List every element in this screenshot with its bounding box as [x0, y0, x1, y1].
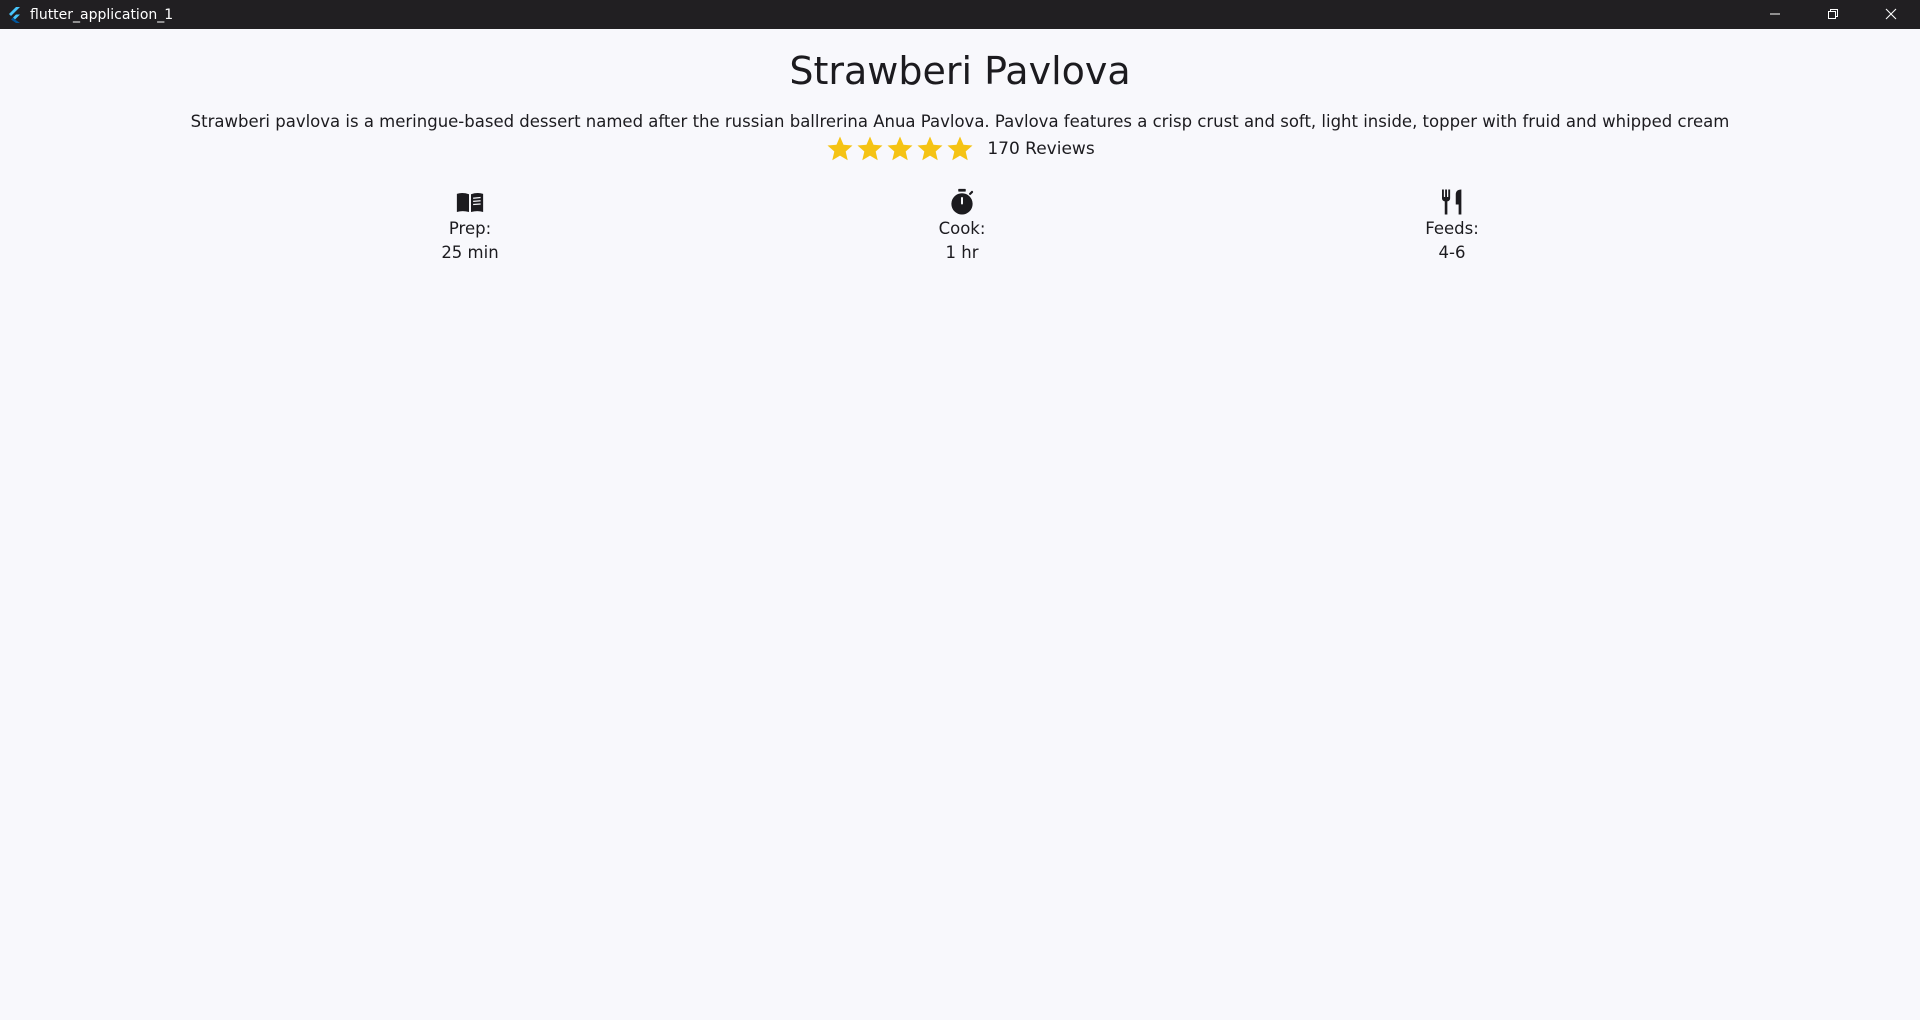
recipe-page: Strawberi Pavlova Strawberi pavlova is a… [0, 29, 1920, 1020]
feeds-value: 4-6 [1438, 243, 1466, 262]
minimize-icon [1769, 5, 1781, 24]
star-icon [825, 134, 855, 164]
review-count: 170 Reviews [987, 139, 1095, 159]
star-rating [825, 134, 975, 164]
flutter-logo-icon [6, 6, 22, 23]
close-button[interactable] [1862, 0, 1920, 29]
window-titlebar[interactable]: flutter_application_1 [0, 0, 1920, 29]
restore-button[interactable] [1804, 0, 1862, 29]
window-title: flutter_application_1 [30, 6, 174, 23]
star-icon [855, 134, 885, 164]
recipe-description: Strawberi pavlova is a meringue-based de… [190, 112, 1730, 131]
cook-value: 1 hr [945, 243, 979, 262]
prep-label: Prep: [448, 219, 492, 238]
prep-value: 25 min [441, 243, 499, 262]
cook-label: Cook: [938, 219, 986, 238]
feeds-info: Feeds: 4-6 [1372, 187, 1532, 265]
recipe-info-row: Prep: 25 min Cook: 1 hr Feeds: 4-6 [0, 187, 1920, 277]
cook-info: Cook: 1 hr [882, 187, 1042, 265]
window-controls [1746, 0, 1920, 29]
restaurant-icon [1437, 187, 1467, 217]
timer-icon [947, 187, 977, 217]
feeds-label: Feeds: [1425, 219, 1479, 238]
star-icon [915, 134, 945, 164]
close-icon [1885, 5, 1897, 24]
star-icon [945, 134, 975, 164]
book-icon [455, 187, 485, 217]
rating-row: 170 Reviews [0, 134, 1920, 164]
restore-icon [1827, 5, 1839, 24]
prep-info: Prep: 25 min [390, 187, 550, 265]
minimize-button[interactable] [1746, 0, 1804, 29]
star-icon [885, 134, 915, 164]
recipe-title: Strawberi Pavlova [789, 49, 1131, 93]
